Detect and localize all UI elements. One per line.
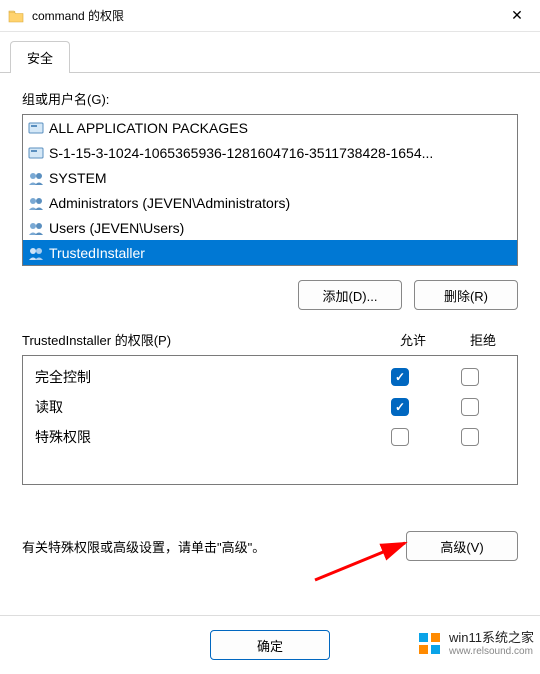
- list-item[interactable]: S-1-15-3-1024-1065365936-1281604716-3511…: [23, 140, 517, 165]
- deny-checkbox[interactable]: [461, 398, 479, 416]
- list-item-label: TrustedInstaller: [49, 245, 145, 261]
- list-item[interactable]: Administrators (JEVEN\Administrators): [23, 190, 517, 215]
- watermark-line1: win11系统之家: [449, 630, 534, 646]
- add-button[interactable]: 添加(D)...: [298, 280, 402, 310]
- permission-name: 特殊权限: [35, 427, 365, 447]
- window-title: command 的权限: [32, 7, 502, 24]
- deny-header: 拒绝: [448, 330, 518, 349]
- tab-content: 组或用户名(G): ALL APPLICATION PACKAGES S-1-1…: [0, 73, 540, 571]
- watermark-line2: www.relsound.com: [449, 646, 534, 658]
- permission-row: 特殊权限: [27, 422, 513, 452]
- folder-icon: [8, 9, 24, 23]
- package-icon: [27, 145, 45, 161]
- advanced-hint: 有关特殊权限或高级设置，请单击"高级"。: [22, 537, 406, 556]
- tab-bar: 安全: [0, 32, 540, 73]
- titlebar: command 的权限 ✕: [0, 0, 540, 32]
- remove-button[interactable]: 删除(R): [414, 280, 518, 310]
- deny-checkbox[interactable]: [461, 428, 479, 446]
- advanced-button[interactable]: 高级(V): [406, 531, 518, 561]
- group-icon: [27, 245, 45, 261]
- allow-checkbox[interactable]: [391, 368, 409, 386]
- list-item-label: ALL APPLICATION PACKAGES: [49, 120, 248, 136]
- list-item[interactable]: SYSTEM: [23, 165, 517, 190]
- list-item-label: Users (JEVEN\Users): [49, 220, 184, 236]
- permission-row: 完全控制: [27, 362, 513, 392]
- allow-header: 允许: [378, 330, 448, 349]
- advanced-row: 有关特殊权限或高级设置，请单击"高级"。 高级(V): [22, 531, 518, 561]
- group-icon: [27, 170, 45, 186]
- permissions-for-label: TrustedInstaller 的权限(P): [22, 330, 171, 349]
- users-listbox[interactable]: ALL APPLICATION PACKAGES S-1-15-3-1024-1…: [22, 114, 518, 266]
- watermark-logo-icon: [417, 631, 443, 657]
- allow-checkbox[interactable]: [391, 428, 409, 446]
- group-icon: [27, 195, 45, 211]
- package-icon: [27, 120, 45, 136]
- watermark-text: win11系统之家 www.relsound.com: [449, 630, 534, 658]
- list-item-label: Administrators (JEVEN\Administrators): [49, 195, 290, 211]
- close-button[interactable]: ✕: [502, 7, 532, 24]
- group-users-label: 组或用户名(G):: [22, 89, 518, 108]
- list-item-label: S-1-15-3-1024-1065365936-1281604716-3511…: [49, 145, 433, 161]
- tab-security[interactable]: 安全: [10, 41, 70, 73]
- user-buttons: 添加(D)... 删除(R): [22, 280, 518, 310]
- permissions-header: TrustedInstaller 的权限(P) 允许 拒绝: [22, 330, 518, 349]
- deny-checkbox[interactable]: [461, 368, 479, 386]
- list-item[interactable]: ALL APPLICATION PACKAGES: [23, 115, 517, 140]
- permission-name: 读取: [35, 397, 365, 417]
- permission-name: 完全控制: [35, 367, 365, 387]
- watermark: win11系统之家 www.relsound.com: [417, 630, 534, 658]
- permission-row: 读取: [27, 392, 513, 422]
- permissions-table: 完全控制 读取 特殊权限: [22, 355, 518, 485]
- list-item[interactable]: Users (JEVEN\Users): [23, 215, 517, 240]
- list-item[interactable]: TrustedInstaller: [23, 240, 517, 265]
- ok-button[interactable]: 确定: [210, 630, 330, 660]
- group-icon: [27, 220, 45, 236]
- allow-checkbox[interactable]: [391, 398, 409, 416]
- list-item-label: SYSTEM: [49, 170, 107, 186]
